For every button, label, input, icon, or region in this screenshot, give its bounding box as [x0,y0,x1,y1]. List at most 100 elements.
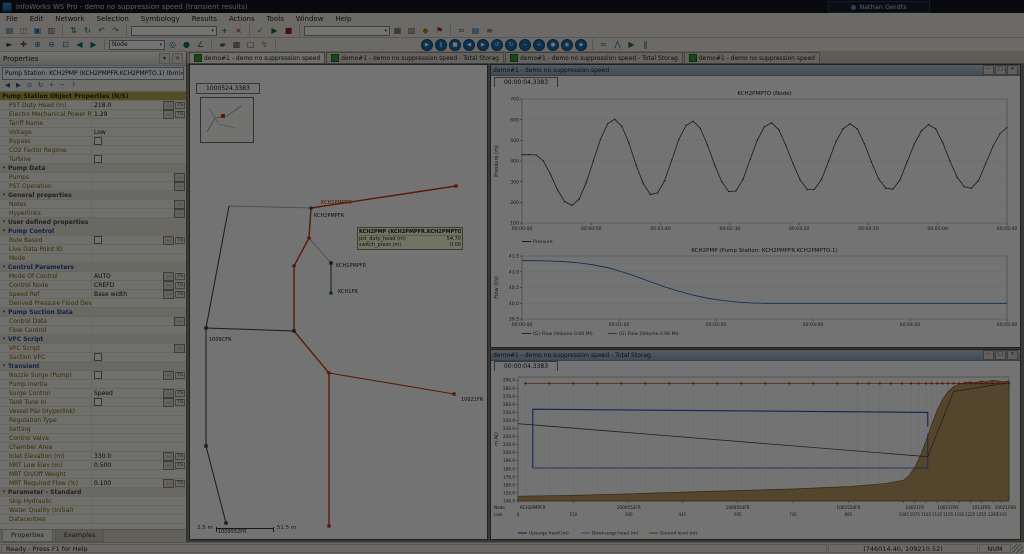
new-profile-icon[interactable]: ⋀ [611,38,624,51]
delete-icon[interactable]: × [232,24,245,37]
back-icon[interactable]: ◀ [3,81,12,90]
undo-icon[interactable]: ↶ [95,24,108,37]
property-row-bypass[interactable]: Bypass [0,137,186,146]
layers-icon[interactable]: ▦ [391,24,404,37]
checkbox[interactable] [94,137,102,145]
minimize-button[interactable]: − [983,65,994,75]
refresh-icon[interactable]: ↻ [36,81,45,90]
resize-grip[interactable] [1012,544,1023,553]
ellipsis-button[interactable]: … [174,208,185,218]
theme-icon[interactable]: ▧ [405,24,418,37]
measure-icon[interactable]: ∠ [194,38,207,51]
property-row-derived-pressure-flood-dev[interactable]: Derived Pressure Flood Dev [0,299,186,308]
previous-view-icon[interactable]: ◀ [73,38,86,51]
ellipsis-button[interactable]: … [174,199,185,209]
expander-icon[interactable]: ▾ [0,363,8,369]
panel-tab-properties[interactable]: Properties [2,530,53,542]
trace-icon[interactable]: ↯ [258,38,271,51]
expand-all-icon[interactable]: + [47,81,56,90]
menu-tools[interactable]: Tools [261,15,290,23]
ellipsis-button[interactable]: … [163,397,175,407]
property-row-flow-control[interactable]: Flow Control [0,326,186,335]
select-all-icon[interactable]: ▩ [230,38,243,51]
dock-icon[interactable]: ▾ [159,53,170,64]
property-row-tariff-name[interactable]: Tariff Name [0,119,186,128]
report-icon[interactable]: ≡ [483,24,496,37]
ellipsis-button[interactable]: … [163,100,175,110]
expander-icon[interactable]: ▾ [0,489,8,495]
close-icon[interactable]: × [172,53,183,64]
object-type-combo[interactable]: Node ▾ [109,39,165,50]
checkbox[interactable] [94,371,102,379]
property-row-skip-hydraulic[interactable]: Skip Hydraulic [0,497,186,506]
pin-icon[interactable]: ⊙ [25,81,34,90]
close-button[interactable]: × [1007,65,1018,75]
database-combo[interactable]: ▾ [131,25,217,36]
menu-network[interactable]: Network [49,15,90,23]
slower-icon[interactable]: − [519,38,531,51]
property-row-control-valve[interactable]: Control Valve [0,434,186,443]
find-icon[interactable]: ◎ [166,38,179,51]
save-icon[interactable]: ▣ [31,24,44,37]
property-row-datacentres[interactable]: Datacentres [0,515,186,524]
property-row-nozzle-surge-pump[interactable]: Nozzle Surge (Pump)… TS [0,370,186,380]
doc-tab-demo-1-demo-no-suppression-speed-total-storag[interactable]: demo#1 - demo no suppression speed - Tot… [326,52,504,63]
collapse-all-icon[interactable]: − [58,81,67,90]
replay-settings-icon[interactable]: ◆ [575,38,587,51]
ellipsis-button[interactable]: … [174,181,185,191]
property-row-user-defined-properties[interactable]: ▾ User defined properties [0,218,186,227]
property-row-vessel-p-i-hyperlink[interactable]: Vessel P&I (Hyperlink) [0,407,186,416]
loop-icon[interactable]: ↻ [505,38,517,51]
info-icon[interactable]: ● [180,38,193,51]
pan-icon[interactable]: ✚ [17,38,30,51]
property-row-control-data[interactable]: Control Data… [0,316,186,326]
update-icon[interactable]: ↻ [81,24,94,37]
panel-tab-examples[interactable]: Examples [54,530,105,542]
replay-play-icon[interactable]: ▶ [421,38,433,51]
property-row-tank-tune-in[interactable]: Tank Tune In… TS [0,397,186,407]
expander-icon[interactable]: ▾ [0,228,8,234]
step-back-icon[interactable]: ◀ [463,38,475,51]
ellipsis-button[interactable]: … [163,460,175,470]
menu-symbology[interactable]: Symbology [135,15,186,23]
property-row-pst-operation[interactable]: PST Operation… [0,181,186,191]
grid-icon[interactable]: ▤ [469,24,482,37]
menu-results[interactable]: Results [186,15,223,23]
property-row-regulation-type[interactable]: Regulation Type [0,416,186,425]
restart-icon[interactable]: ↺ [491,38,503,51]
run-simulation-icon[interactable]: ▶ [268,24,281,37]
record-icon[interactable]: ◉ [561,38,573,51]
redo-icon[interactable]: ↷ [109,24,122,37]
checkbox[interactable] [94,155,102,163]
profile-window-caption[interactable]: demo#1 - demo no suppression speed - Tot… [491,350,1020,361]
property-row-suction-vfc[interactable]: Suction VFC [0,353,186,362]
property-row-mrt-required-flow[interactable]: MRT Required Flow (%) 0.100… TS [0,478,186,488]
property-row-water-quality-initial[interactable]: Water Quality (Initial) [0,506,186,515]
expander-icon[interactable]: ▾ [0,219,8,225]
forward-icon[interactable]: ▶ [14,81,23,90]
next-view-icon[interactable]: ▶ [87,38,100,51]
snapshot-icon[interactable]: ● [547,38,559,51]
new-graph-icon[interactable]: ≈ [597,38,610,51]
ellipsis-button[interactable]: … [163,289,175,299]
ellipsis-button[interactable]: … [163,235,175,245]
close-button[interactable]: × [1007,350,1018,360]
help-icon[interactable]: ? [69,81,78,90]
ellipsis-button[interactable]: … [163,370,175,380]
property-row-co2-factor-regime[interactable]: CO2 Factor Regime [0,146,186,155]
ellipsis-button[interactable]: … [174,172,185,182]
property-row-hyperlinks[interactable]: Hyperlinks… [0,208,186,218]
property-row-turbine[interactable]: Turbine [0,155,186,164]
ellipsis-button[interactable]: … [174,316,185,326]
ellipsis-button[interactable]: … [163,388,175,398]
ellipsis-button[interactable]: … [174,343,185,353]
checkbox[interactable] [94,236,102,244]
select-polygon-icon[interactable]: ▰ [216,38,229,51]
checkbox[interactable] [94,398,102,406]
select-icon[interactable]: ► [3,38,16,51]
expander-icon[interactable]: ▾ [0,264,8,270]
property-row-speed-ref[interactable]: Speed Ref Base width… TS [0,289,186,299]
ellipsis-button[interactable]: … [163,109,175,119]
checkbox[interactable] [94,353,102,361]
property-row-rule-based[interactable]: Rule Based… TS [0,235,186,245]
